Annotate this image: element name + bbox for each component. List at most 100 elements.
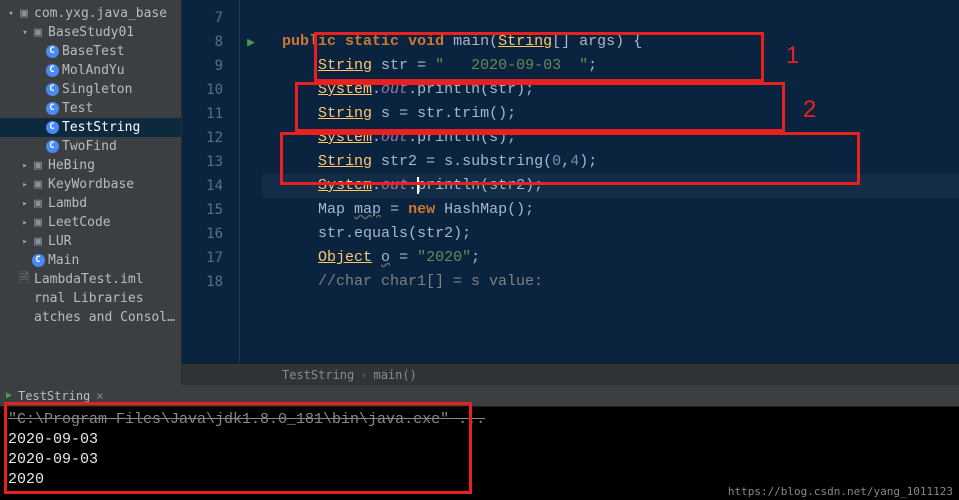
breadcrumb-method[interactable]: main() <box>373 368 416 382</box>
tree-item-teststring[interactable]: CTestString <box>0 118 181 137</box>
gutter-slot[interactable] <box>240 270 262 294</box>
collapse-icon[interactable]: ▾ <box>6 9 16 19</box>
tree-item-label: BaseTest <box>62 44 181 59</box>
gutter-slot[interactable] <box>240 150 262 174</box>
class-icon: C <box>44 83 60 96</box>
line-number[interactable]: 8 <box>182 30 239 54</box>
console-command: "C:\Program Files\Java\jdk1.8.0_181\bin\… <box>8 411 485 428</box>
expand-icon[interactable]: ▸ <box>20 199 30 209</box>
gutter-slot[interactable] <box>240 198 262 222</box>
code-line[interactable]: String str = " 2020-09-03 "; <box>262 54 959 78</box>
tree-item-keywordbase[interactable]: ▸▣KeyWordbase <box>0 175 181 194</box>
tree-item-label: TwoFind <box>62 139 181 154</box>
tree-item-label: LambdaTest.iml <box>34 272 181 287</box>
annotation-number-1: 1 <box>786 42 799 70</box>
folder-icon: ▣ <box>30 215 46 230</box>
gutter-slot[interactable] <box>240 6 262 30</box>
gutter-slot[interactable] <box>240 174 262 198</box>
close-icon[interactable]: × <box>96 389 103 403</box>
line-gutter: 789101112131415161718 <box>182 0 240 363</box>
line-number[interactable]: 16 <box>182 222 239 246</box>
tree-item-label: com.yxg.java_base <box>34 6 181 21</box>
watermark: https://blog.csdn.net/yang_1011123 <box>728 485 953 498</box>
line-number[interactable]: 10 <box>182 78 239 102</box>
line-number[interactable]: 17 <box>182 246 239 270</box>
line-number[interactable]: 9 <box>182 54 239 78</box>
code-body[interactable]: public static void main(String[] args) {… <box>262 0 959 363</box>
tree-item-molandyu[interactable]: CMolAndYu <box>0 61 181 80</box>
tree-item-twofind[interactable]: CTwoFind <box>0 137 181 156</box>
tree-item-label: Test <box>62 101 181 116</box>
code-line[interactable]: Map map = new HashMap(); <box>262 198 959 222</box>
tree-item-lambdatest-iml[interactable]: 🗎LambdaTest.iml <box>0 270 181 289</box>
collapse-icon[interactable]: ▾ <box>20 28 30 38</box>
project-tree[interactable]: ▾▣com.yxg.java_base▾▣BaseStudy01CBaseTes… <box>0 0 182 385</box>
gutter-slot[interactable] <box>240 246 262 270</box>
expand-icon[interactable]: ▸ <box>20 180 30 190</box>
tree-item-lur[interactable]: ▸▣LUR <box>0 232 181 251</box>
tree-item-label: LeetCode <box>48 215 181 230</box>
tree-item-lambd[interactable]: ▸▣Lambd <box>0 194 181 213</box>
play-icon: ▶ <box>6 390 12 401</box>
tree-item-label: Main <box>48 253 181 268</box>
console-line: 2020-09-03 <box>8 430 951 450</box>
class-icon: C <box>44 102 60 115</box>
run-line-icon[interactable]: ▶ <box>240 30 262 54</box>
code-line[interactable] <box>262 6 959 30</box>
package-icon: ▣ <box>16 6 32 21</box>
breadcrumbs[interactable]: TestString › main() <box>182 363 959 385</box>
tree-item-atches-and-consoles[interactable]: atches and Consoles <box>0 308 181 327</box>
tree-item-basetest[interactable]: CBaseTest <box>0 42 181 61</box>
code-line[interactable]: String s = str.trim(); <box>262 102 959 126</box>
tree-item-label: MolAndYu <box>62 63 181 78</box>
gutter-slot[interactable] <box>240 102 262 126</box>
code-line[interactable]: public static void main(String[] args) { <box>262 30 959 54</box>
code-line[interactable]: str.equals(str2); <box>262 222 959 246</box>
gutter-slot[interactable] <box>240 54 262 78</box>
tree-item-label: Lambd <box>48 196 181 211</box>
tree-item-label: LUR <box>48 234 181 249</box>
tree-item-basestudy01[interactable]: ▾▣BaseStudy01 <box>0 23 181 42</box>
code-line[interactable]: //char char1[] = s value: <box>262 270 959 294</box>
tree-item-label: KeyWordbase <box>48 177 181 192</box>
tree-item-label: BaseStudy01 <box>48 25 181 40</box>
code-line[interactable]: Object o = "2020"; <box>262 246 959 270</box>
tree-item-com-yxg-java-base[interactable]: ▾▣com.yxg.java_base <box>0 4 181 23</box>
tree-item-label: atches and Consoles <box>34 310 181 325</box>
line-number[interactable]: 18 <box>182 270 239 294</box>
expand-icon[interactable]: ▸ <box>20 161 30 171</box>
code-line[interactable]: System.out.println(str2); <box>262 174 959 198</box>
tree-item-hebing[interactable]: ▸▣HeBing <box>0 156 181 175</box>
gutter-slot[interactable] <box>240 78 262 102</box>
gutter-slot[interactable] <box>240 126 262 150</box>
code-line[interactable]: System.out.println(s); <box>262 126 959 150</box>
tree-item-leetcode[interactable]: ▸▣LeetCode <box>0 213 181 232</box>
folder-icon: ▣ <box>30 234 46 249</box>
breadcrumb-class[interactable]: TestString <box>282 368 354 382</box>
gutter-slot[interactable] <box>240 222 262 246</box>
line-number[interactable]: 11 <box>182 102 239 126</box>
line-number[interactable]: 14 <box>182 174 239 198</box>
tree-item-test[interactable]: CTest <box>0 99 181 118</box>
line-number[interactable]: 7 <box>182 6 239 30</box>
line-number[interactable]: 13 <box>182 150 239 174</box>
code-editor[interactable]: 789101112131415161718 ▶ public static vo… <box>182 0 959 385</box>
expand-icon[interactable]: ▸ <box>20 218 30 228</box>
class-icon: C <box>30 254 46 267</box>
tree-item-singleton[interactable]: CSingleton <box>0 80 181 99</box>
run-gutter[interactable]: ▶ <box>240 0 262 363</box>
tree-item-main[interactable]: CMain <box>0 251 181 270</box>
line-number[interactable]: 15 <box>182 198 239 222</box>
console-line: 2020-09-03 <box>8 450 951 470</box>
line-number[interactable]: 12 <box>182 126 239 150</box>
run-tab-label: TestString <box>18 389 90 403</box>
code-line[interactable]: String str2 = s.substring(0,4); <box>262 150 959 174</box>
class-icon: C <box>44 64 60 77</box>
tree-item-rnal-libraries[interactable]: rnal Libraries <box>0 289 181 308</box>
run-tab[interactable]: ▶ TestString × <box>0 385 959 407</box>
tree-item-label: Singleton <box>62 82 181 97</box>
annotation-number-2: 2 <box>803 96 816 124</box>
expand-icon[interactable]: ▸ <box>20 237 30 247</box>
folder-icon: ▣ <box>30 158 46 173</box>
code-line[interactable]: System.out.println(str); <box>262 78 959 102</box>
